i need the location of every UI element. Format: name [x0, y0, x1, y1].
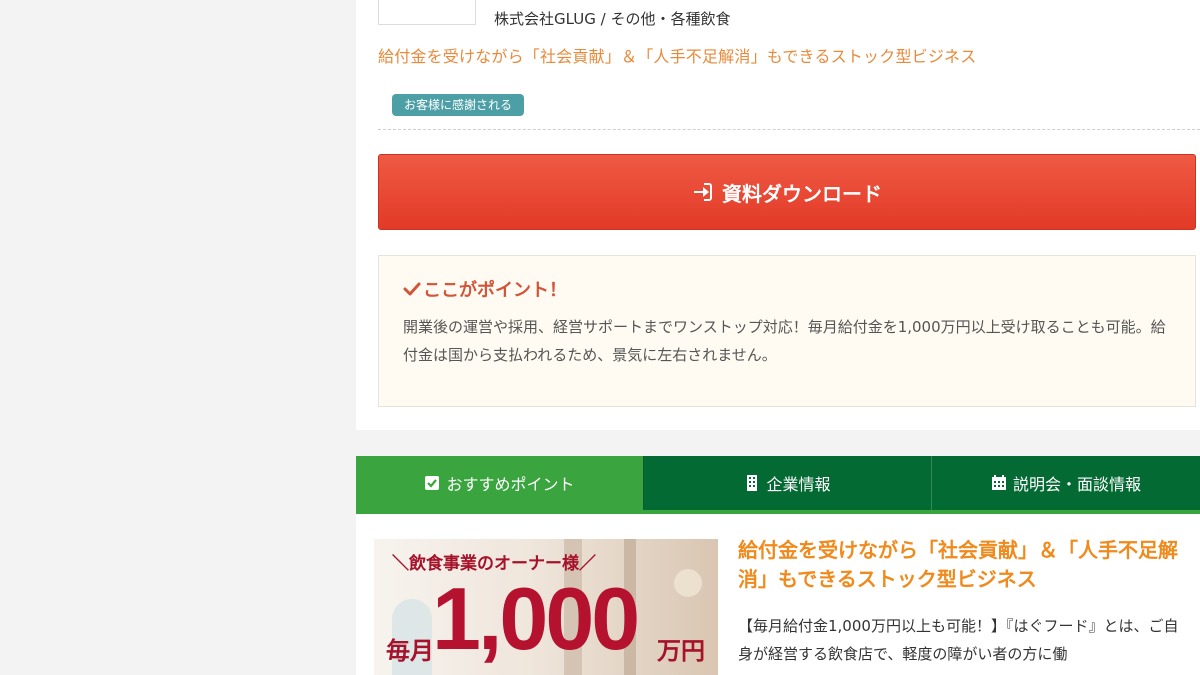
catchphrase[interactable]: 給付金を受けながら「社会貢献」＆「人手不足解消」もできるストック型ビジネス — [378, 43, 976, 67]
company-logo[interactable] — [378, 0, 476, 25]
tab-label: 説明会・面談情報 — [1012, 475, 1141, 494]
tab-company-info[interactable]: 企業情報 — [643, 456, 931, 510]
download-button-label: 資料ダウンロード — [722, 181, 882, 206]
tab-recommended-points[interactable]: おすすめポイント — [356, 456, 643, 510]
point-title: ここがポイント！ — [423, 280, 567, 301]
info-tabs: おすすめポイント 企業情報 説明会・面談情報 — [356, 456, 1200, 510]
download-button[interactable]: 資料ダウンロード — [378, 154, 1196, 230]
check-icon — [403, 280, 421, 298]
point-heading: ここがポイント！ — [403, 276, 567, 302]
calendar-icon — [991, 475, 1007, 491]
feature-badge: お客様に感謝される — [392, 94, 525, 116]
sign-in-icon — [692, 182, 712, 202]
article-title: 給付金を受けながら「社会貢献」＆「人手不足解消」もできるストック型ビジネス — [738, 538, 1178, 591]
company-info: 株式会社GLUG / その他・各種飲食 — [494, 8, 730, 29]
company-name[interactable]: 株式会社GLUG — [494, 10, 596, 28]
recommend-panel: ＼飲食事業のオーナー様／ 毎月 1,000 万円 給付金を受けながら「社会貢献」… — [356, 514, 1200, 675]
promo-unit: 万円 — [657, 637, 705, 665]
divider — [378, 129, 1200, 130]
article-body: 【毎月給付金1,000万円以上も可能！】『はぐフード』とは、ご自身が経営する飲食… — [738, 617, 1179, 663]
point-box: ここがポイント！ 開業後の運営や採用、経営サポートまでワンストップ対応！毎月給付… — [378, 255, 1196, 407]
promo-image[interactable]: ＼飲食事業のオーナー様／ 毎月 1,000 万円 — [374, 539, 718, 675]
point-body: 開業後の運営や採用、経営サポートまでワンストップ対応！毎月給付金を1,000万円… — [403, 318, 1166, 364]
company-category: その他・各種飲食 — [610, 10, 731, 28]
promo-bg-lamp — [674, 569, 702, 597]
company-card: 株式会社GLUG / その他・各種飲食 給付金を受けながら「社会貢献」＆「人手不… — [356, 0, 1200, 430]
tab-label: 企業情報 — [766, 475, 831, 494]
building-icon — [744, 475, 760, 491]
tab-label: おすすめポイント — [446, 475, 575, 494]
tab-seminar-info[interactable]: 説明会・面談情報 — [931, 456, 1200, 510]
promo-amount: 1,000 — [432, 569, 640, 668]
promo-prefix: 毎月 — [386, 637, 434, 665]
company-separator: / — [600, 10, 606, 28]
checkbox-icon — [424, 475, 440, 491]
